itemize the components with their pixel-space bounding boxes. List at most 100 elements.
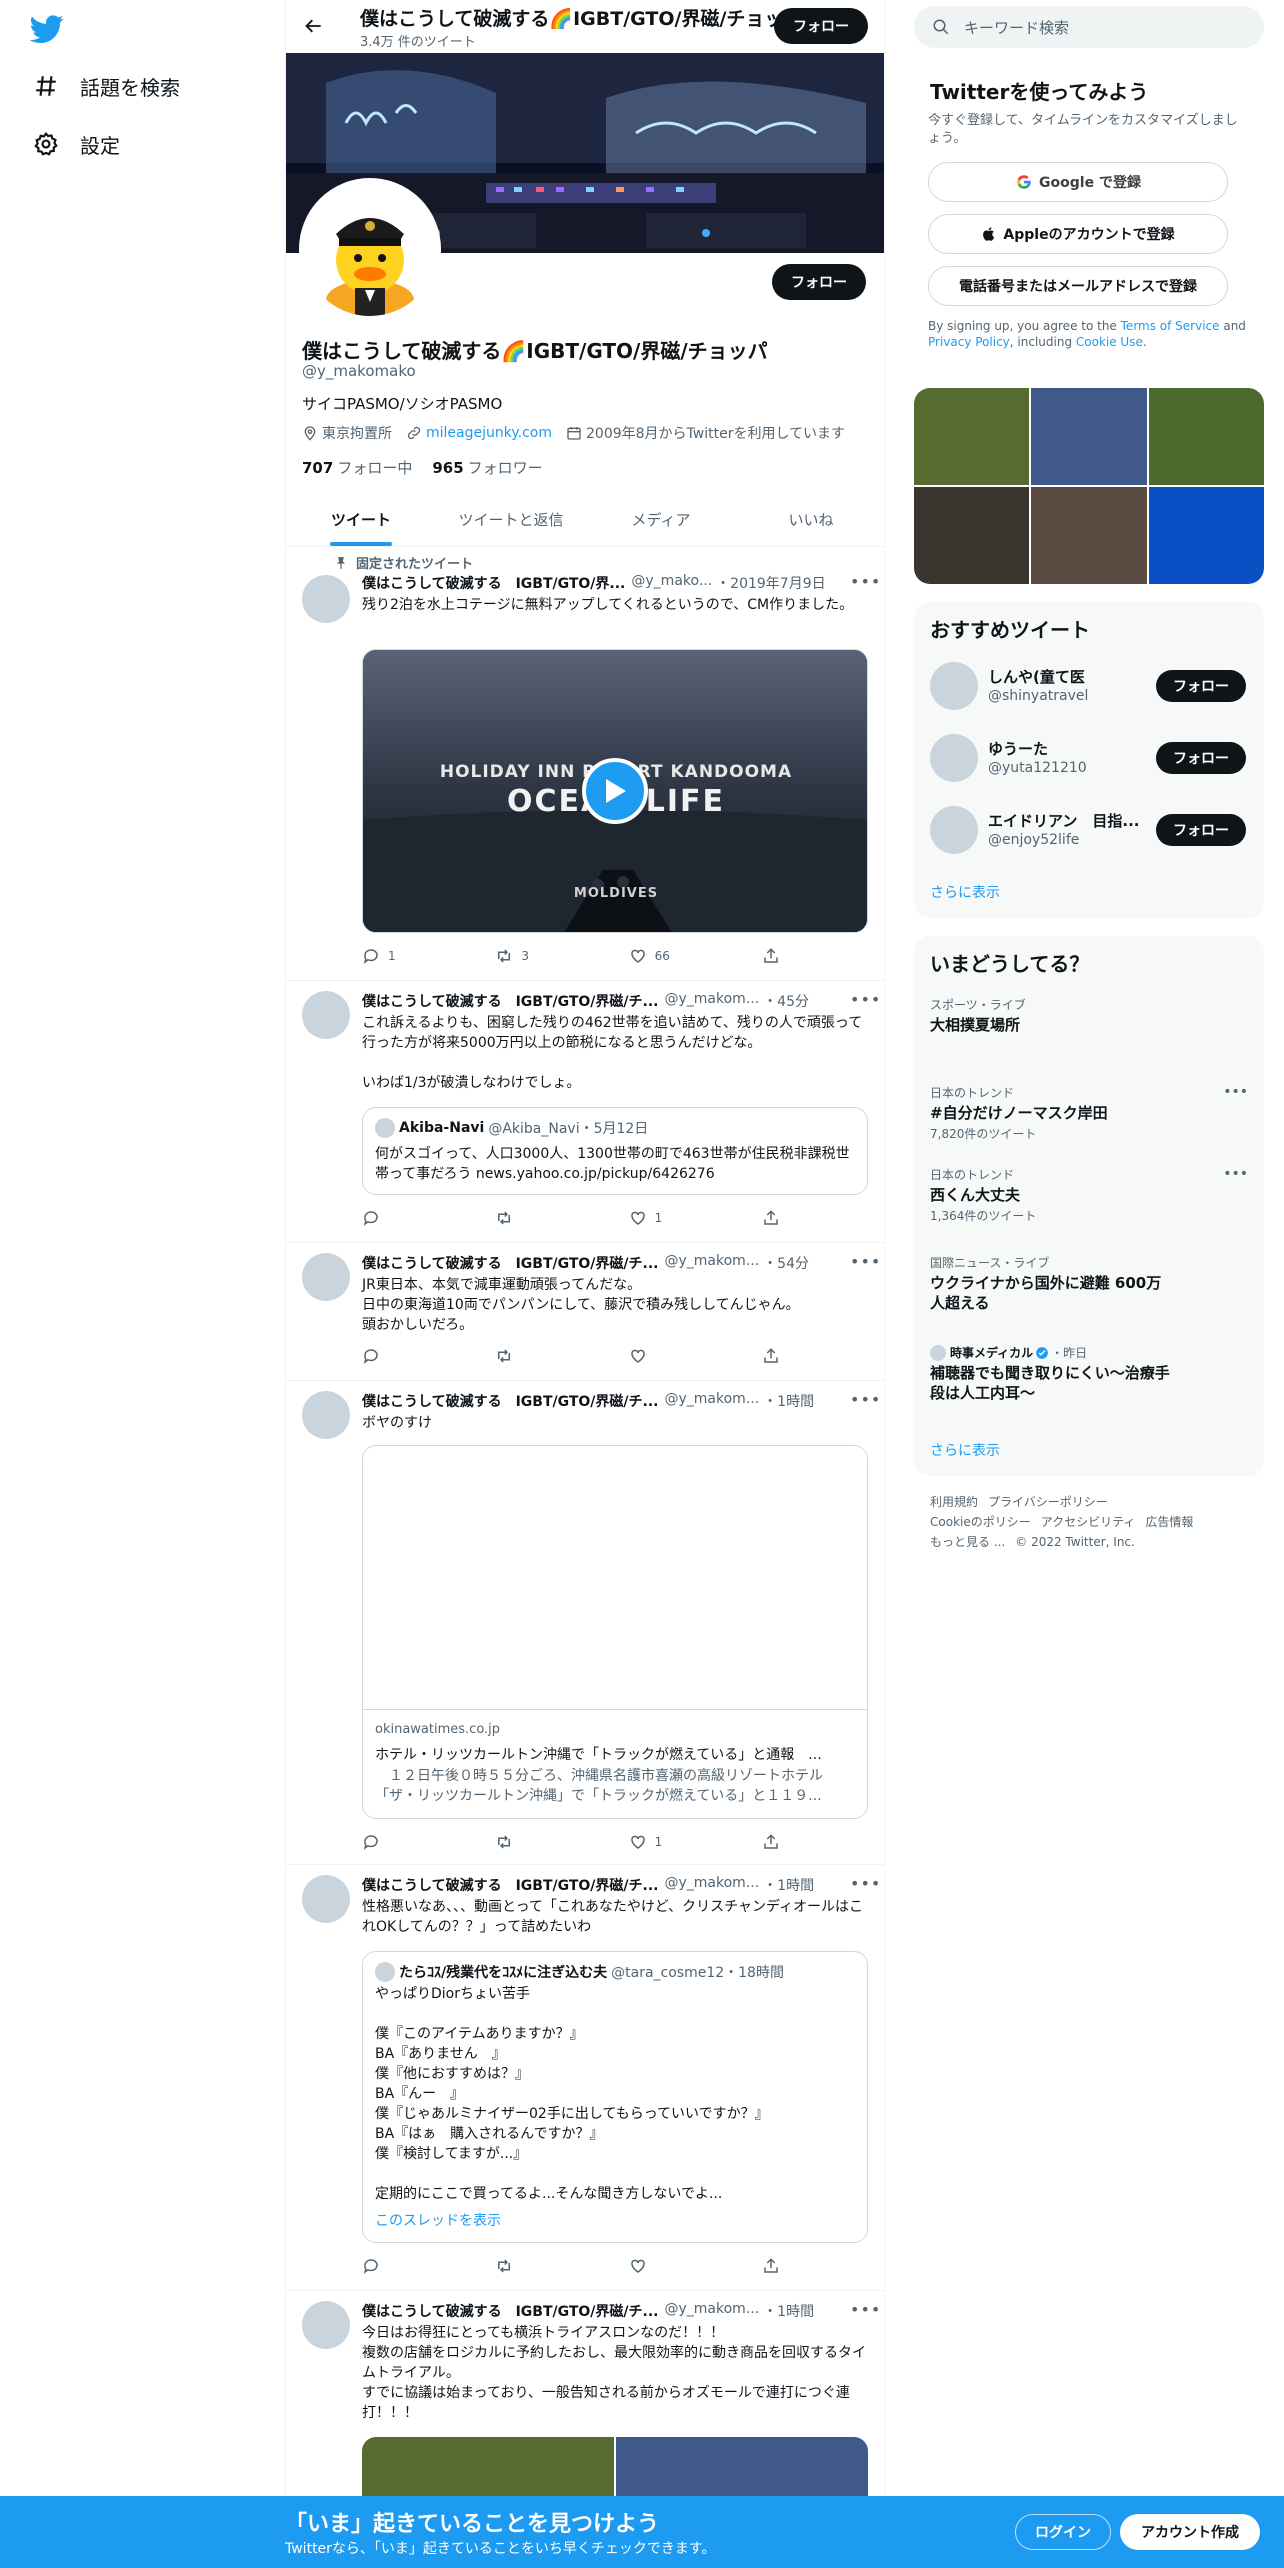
tweet-author-handle[interactable]: @y_makom...	[665, 1253, 760, 1273]
tweet-item[interactable]: 僕はこうして破滅する IGBT/GTO/界磁/チ... @y_makom... …	[286, 1243, 884, 1381]
tweet-date[interactable]: ・1時間	[763, 1875, 814, 1895]
tab-tweets[interactable]: ツイート	[286, 493, 436, 546]
google-signup-button[interactable]: Google で登録	[928, 162, 1228, 202]
tab-tweets-replies[interactable]: ツイートと返信	[436, 493, 586, 546]
tweet-date[interactable]: ・1時間	[763, 1391, 814, 1411]
media-tile[interactable]	[1031, 487, 1147, 584]
tweet-author-name[interactable]: 僕はこうして破滅する IGBT/GTO/界磁/チ...	[362, 1875, 659, 1895]
like-button[interactable]: 1	[629, 1209, 709, 1227]
retweet-button[interactable]	[495, 1347, 575, 1365]
reply-button[interactable]: 1	[362, 947, 442, 965]
media-tile[interactable]	[1031, 388, 1147, 485]
tab-likes[interactable]: いいね	[736, 493, 884, 546]
tweet-author-name[interactable]: 僕はこうして破滅する IGBT/GTO/界磁/チ...	[362, 991, 659, 1011]
rec-follow-button[interactable]: フォロー	[1156, 670, 1246, 702]
tweet-item[interactable]: 僕はこうして破滅する IGBT/GTO/界磁/チ... @y_makom... …	[286, 1865, 884, 2291]
avatar[interactable]	[930, 662, 978, 710]
link-text[interactable]: mileagejunky.com	[426, 425, 552, 441]
show-more-link[interactable]: さらに表示	[930, 882, 1000, 902]
more-options-icon[interactable]: •••	[850, 1876, 880, 1897]
rec-follow-button[interactable]: フォロー	[1156, 742, 1246, 774]
trend-item[interactable]: スポーツ・ライブ 大相撲夏場所	[930, 996, 1248, 1035]
play-button-icon[interactable]	[582, 758, 648, 824]
like-button[interactable]	[629, 2257, 709, 2275]
recommended-account[interactable]: エイドリアン 目指... @enjoy52life フォロー	[930, 806, 1260, 856]
tweet-author-handle[interactable]: @y_makom...	[665, 1875, 760, 1895]
share-button[interactable]	[762, 1209, 792, 1227]
more-options-icon[interactable]: •••	[1223, 1166, 1248, 1182]
tweet-item[interactable]: 僕はこうして破滅する IGBT/GTO/界磁/チ... @y_makom... …	[286, 1381, 884, 1865]
news-item[interactable]: 時事メディカル ・昨日 補聴器でも聞き取りにくい～治療手段は人工内耳～	[930, 1344, 1170, 1403]
search-box[interactable]: キーワード検索	[914, 6, 1264, 48]
footer-link-cookie[interactable]: Cookieのポリシー	[930, 1515, 1031, 1529]
share-button[interactable]	[762, 1347, 792, 1365]
media-tile[interactable]	[1148, 487, 1264, 584]
recommended-account[interactable]: ゆうーた @yuta121210 フォロー	[930, 734, 1260, 784]
terms-of-service-link[interactable]: Terms of Service	[1121, 319, 1220, 333]
tweet-author-name[interactable]: 僕はこうして破滅する IGBT/GTO/界...	[362, 573, 625, 593]
footer-link-privacy[interactable]: プライバシーポリシー	[988, 1495, 1108, 1509]
tweet-date[interactable]: ・1時間	[763, 2301, 814, 2321]
share-button[interactable]	[762, 1833, 792, 1851]
apple-signup-button[interactable]: Appleのアカウントで登録	[928, 214, 1228, 254]
tweet-author-handle[interactable]: @y_mako...	[631, 573, 712, 593]
show-thread-link[interactable]: このスレッドを表示	[375, 2210, 501, 2230]
share-button[interactable]	[762, 947, 792, 965]
media-tile[interactable]	[1148, 388, 1264, 485]
profile-link[interactable]: mileagejunky.com	[406, 425, 552, 441]
profile-follow-button[interactable]: フォロー	[772, 264, 866, 300]
login-button[interactable]: ログイン	[1015, 2514, 1111, 2550]
tweet-date[interactable]: ・54分	[763, 1253, 809, 1273]
tweet-author-handle[interactable]: @y_makom...	[665, 991, 760, 1011]
tweet-author-handle[interactable]: @y_makom...	[665, 1391, 760, 1411]
tweet-author-name[interactable]: 僕はこうして破滅する IGBT/GTO/界磁/チ...	[362, 1253, 659, 1273]
recommended-account[interactable]: しんや(童て医 @shinyatravel フォロー	[930, 662, 1260, 712]
avatar[interactable]	[930, 734, 978, 782]
reply-button[interactable]	[362, 2257, 442, 2275]
tweet-author-name[interactable]: 僕はこうして破滅する IGBT/GTO/界磁/チ...	[362, 1391, 659, 1411]
retweet-button[interactable]	[495, 2257, 575, 2275]
privacy-policy-link[interactable]: Privacy Policy	[928, 335, 1010, 349]
retweet-button[interactable]	[495, 1833, 575, 1851]
quoted-tweet[interactable]: たらｺｽ/残業代をｺｽﾒに注ぎ込む夫 @tara_cosme12・18時間 やっぱ…	[362, 1951, 868, 2243]
avatar[interactable]	[302, 1391, 350, 1439]
quoted-tweet[interactable]: Akiba-Navi @Akiba_Navi・5月12日 何がスゴイって、人口30…	[362, 1107, 868, 1195]
tweet-item[interactable]: 僕はこうして破滅する IGBT/GTO/界磁/チ... @y_makom... …	[286, 981, 884, 1243]
avatar[interactable]	[302, 991, 350, 1039]
avatar[interactable]	[302, 1253, 350, 1301]
tweet-video[interactable]: HOLIDAY INN RESORT KANDOOMA OCEAN LIFE M…	[362, 649, 868, 933]
more-options-icon[interactable]: •••	[850, 1254, 880, 1275]
media-tile[interactable]	[914, 388, 1030, 485]
trend-item[interactable]: 日本のトレンド 西くん大丈夫 1,364件のツイート •••	[930, 1166, 1248, 1224]
rec-name[interactable]: ゆうーた	[988, 738, 1138, 759]
nav-settings[interactable]: 設定	[32, 124, 120, 164]
like-button[interactable]: 66	[629, 947, 709, 965]
twitter-logo-icon[interactable]	[29, 12, 64, 46]
like-button[interactable]	[629, 1347, 709, 1365]
more-options-icon[interactable]: •••	[850, 1392, 880, 1413]
more-options-icon[interactable]: •••	[850, 574, 880, 595]
media-tile[interactable]	[914, 487, 1030, 584]
link-card[interactable]: okinawatimes.co.jp ホテル・リッツカールトン沖縄で「トラックが…	[362, 1445, 868, 1819]
more-options-icon[interactable]: •••	[1223, 1084, 1248, 1100]
avatar[interactable]	[930, 806, 978, 854]
show-more-link[interactable]: さらに表示	[930, 1440, 1000, 1460]
avatar[interactable]	[302, 2301, 350, 2349]
back-arrow-icon[interactable]	[300, 12, 328, 40]
tab-media[interactable]: メディア	[586, 493, 736, 546]
tweet-date[interactable]: ・2019年7月9日	[716, 573, 825, 593]
tweet-author-handle[interactable]: @y_makom...	[665, 2301, 760, 2321]
reply-button[interactable]	[362, 1209, 442, 1227]
tweet-author-name[interactable]: 僕はこうして破滅する IGBT/GTO/界磁/チ...	[362, 2301, 659, 2321]
more-options-icon[interactable]: •••	[850, 992, 880, 1013]
rec-follow-button[interactable]: フォロー	[1156, 814, 1246, 846]
profile-avatar[interactable]	[299, 178, 441, 320]
rec-name[interactable]: しんや(童て医	[988, 666, 1138, 687]
share-button[interactable]	[762, 2257, 792, 2275]
header-follow-button[interactable]: フォロー	[774, 8, 868, 44]
reply-button[interactable]	[362, 1347, 442, 1365]
tweet-date[interactable]: ・45分	[763, 991, 809, 1011]
avatar[interactable]	[302, 1875, 350, 1923]
followers-stat[interactable]: 965 フォロワー	[432, 457, 542, 478]
like-button[interactable]: 1	[629, 1833, 709, 1851]
